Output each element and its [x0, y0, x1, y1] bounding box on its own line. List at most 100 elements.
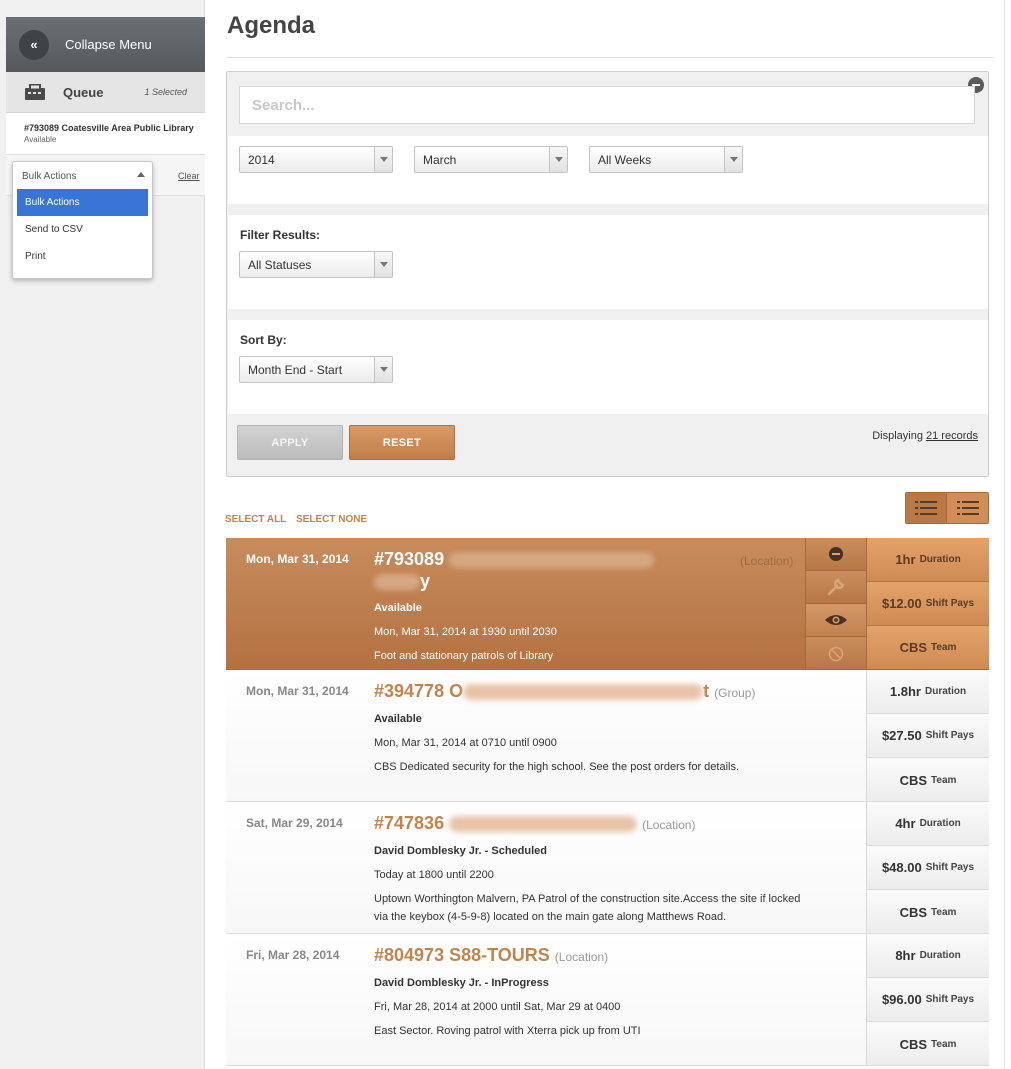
record-type: (Location) — [554, 950, 609, 964]
records-link[interactable]: 21 records — [926, 430, 978, 442]
record-description: Foot and stationary patrols of Library — [374, 650, 554, 662]
record-title[interactable]: #804973 S88-TOURS (Location) — [374, 944, 804, 968]
duration-label: Duration — [919, 554, 961, 565]
record-date: Sat, Mar 29, 2014 — [246, 816, 343, 830]
duration-stat: 1hr Duration — [867, 538, 989, 582]
team-stat: CBS Team — [867, 1022, 989, 1065]
record-id: #793089 — [374, 549, 445, 569]
record-type: (Group) — [714, 686, 756, 700]
record-type: (Location) — [642, 818, 696, 832]
filter-panel: 2014 March All Weeks Filter Results: All… — [226, 71, 989, 477]
bulk-option-send-to-csv[interactable]: Send to CSV — [17, 216, 148, 243]
block-button[interactable] — [806, 637, 866, 669]
sort-section: Sort By: Month End - Start — [228, 320, 988, 414]
record-title[interactable]: #394778 Ot (Group) — [374, 680, 804, 704]
chevron-down-icon — [724, 147, 742, 172]
queue-item-status: Available — [24, 135, 57, 144]
clear-link[interactable]: Clear — [178, 171, 200, 181]
record-id: #394778 — [374, 681, 445, 701]
select-none-link[interactable]: SELECT NONE — [296, 514, 367, 525]
pay-label: Shift Pays — [925, 862, 975, 873]
detail-view-button[interactable] — [947, 493, 988, 523]
duration-label: Duration — [919, 950, 961, 961]
pay-label: Shift Pays — [925, 730, 975, 741]
view-toggle — [905, 492, 989, 524]
bulk-option-bulk-actions[interactable]: Bulk Actions — [17, 189, 148, 216]
select-all-link[interactable]: SELECT ALL — [225, 514, 286, 525]
edit-button[interactable] — [806, 571, 866, 604]
collapse-menu-button[interactable]: « Collapse Menu — [6, 17, 205, 72]
detail-list-icon — [956, 501, 979, 515]
record-stats: 4hr Duration $48.00 Shift Pays CBS Team — [866, 802, 989, 933]
pay-value: $96.00 — [881, 992, 922, 1007]
redacted-text — [449, 816, 638, 833]
redacted-text — [374, 574, 420, 591]
status-select[interactable]: All Statuses — [239, 251, 393, 278]
month-select[interactable]: March — [414, 146, 568, 173]
remove-icon — [829, 547, 843, 561]
record-description: Uptown Worthington Malvern, PA Patrol of… — [374, 893, 801, 923]
apply-button[interactable]: APPLY — [237, 425, 343, 460]
status-filter-section: Filter Results: All Statuses — [228, 215, 988, 309]
eye-icon — [825, 615, 847, 625]
record-description: CBS Dedicated security for the high scho… — [374, 761, 740, 773]
bulk-actions-select[interactable]: Bulk Actions — [13, 162, 152, 189]
record-type: (Location) — [740, 554, 794, 568]
chevron-down-icon — [549, 147, 567, 172]
chevron-down-icon — [374, 357, 392, 382]
record-title-tail: y — [420, 571, 431, 591]
record-status: Available — [374, 713, 422, 725]
record-time: Fri, Mar 28, 2014 at 2000 until Sat, Mar… — [374, 1001, 621, 1013]
duration-label: Duration — [919, 818, 961, 829]
queue-icon — [25, 84, 45, 100]
displaying-prefix: Displaying — [872, 430, 923, 442]
duration-value: 4hr — [895, 816, 916, 831]
view-button[interactable] — [806, 604, 866, 637]
record-row[interactable]: Sat, Mar 29, 2014 #747836 (Location) Dav… — [226, 802, 989, 934]
collapse-menu-label: Collapse Menu — [65, 37, 152, 52]
record-row[interactable]: Mon, Mar 31, 2014 #394778 Ot (Group) Ava… — [226, 670, 989, 802]
pay-stat: $48.00 Shift Pays — [867, 846, 989, 890]
pay-stat: $27.50 Shift Pays — [867, 714, 989, 758]
sort-select[interactable]: Month End - Start — [239, 356, 393, 383]
list-view-button[interactable] — [906, 493, 948, 523]
duration-stat: 8hr Duration — [867, 934, 989, 978]
displaying-count: Displaying 21 records — [872, 430, 978, 442]
duration-stat: 4hr Duration — [867, 802, 989, 846]
block-icon — [828, 646, 844, 661]
team-label: Team — [931, 906, 957, 918]
main-content: Agenda 2014 March All Weeks Filter Resul… — [205, 0, 1005, 1069]
duration-value: 8hr — [895, 948, 916, 963]
record-id: #804973 S88-TOURS — [374, 945, 550, 965]
pay-value: $27.50 — [881, 728, 922, 743]
team-value: CBS — [899, 904, 928, 920]
pay-value: $48.00 — [881, 860, 922, 875]
week-select[interactable]: All Weeks — [589, 146, 743, 173]
status-select-value: All Statuses — [248, 258, 312, 272]
record-row[interactable]: Mon, Mar 31, 2014 #793089 (Location) y A… — [226, 538, 989, 670]
record-date: Fri, Mar 28, 2014 — [246, 948, 340, 962]
team-stat: CBS Team — [867, 890, 989, 933]
record-title-tail: t — [703, 681, 710, 701]
year-select-value: 2014 — [248, 153, 275, 167]
record-time: Today at 1800 until 2200 — [374, 869, 494, 881]
search-input[interactable] — [239, 86, 975, 124]
record-actions — [805, 538, 866, 669]
bulk-actions-dropdown[interactable]: Bulk Actions Bulk Actions Send to CSV Pr… — [12, 161, 153, 279]
team-value: CBS — [899, 1036, 928, 1052]
duration-label: Duration — [924, 686, 967, 697]
duration-stat: 1.8hr Duration — [867, 670, 989, 714]
redacted-text — [449, 552, 655, 569]
record-status: David Domblesky Jr. - Scheduled — [374, 845, 548, 857]
record-row[interactable]: Fri, Mar 28, 2014 #804973 S88-TOURS (Loc… — [226, 934, 989, 1066]
record-time: Mon, Mar 31, 2014 at 0710 until 0900 — [374, 737, 557, 749]
bulk-option-print[interactable]: Print — [17, 243, 148, 270]
list-view-icon — [915, 501, 937, 515]
record-title[interactable]: #793089 (Location) y — [374, 548, 804, 592]
queue-item[interactable]: #793089 Coatesville Area Public Library … — [6, 113, 205, 155]
queue-header[interactable]: Queue 1 Selected — [6, 72, 205, 113]
remove-button[interactable] — [806, 538, 866, 571]
year-select[interactable]: 2014 — [239, 146, 393, 173]
reset-button[interactable]: RESET — [349, 425, 455, 460]
record-title[interactable]: #747836 (Location) — [374, 812, 804, 836]
